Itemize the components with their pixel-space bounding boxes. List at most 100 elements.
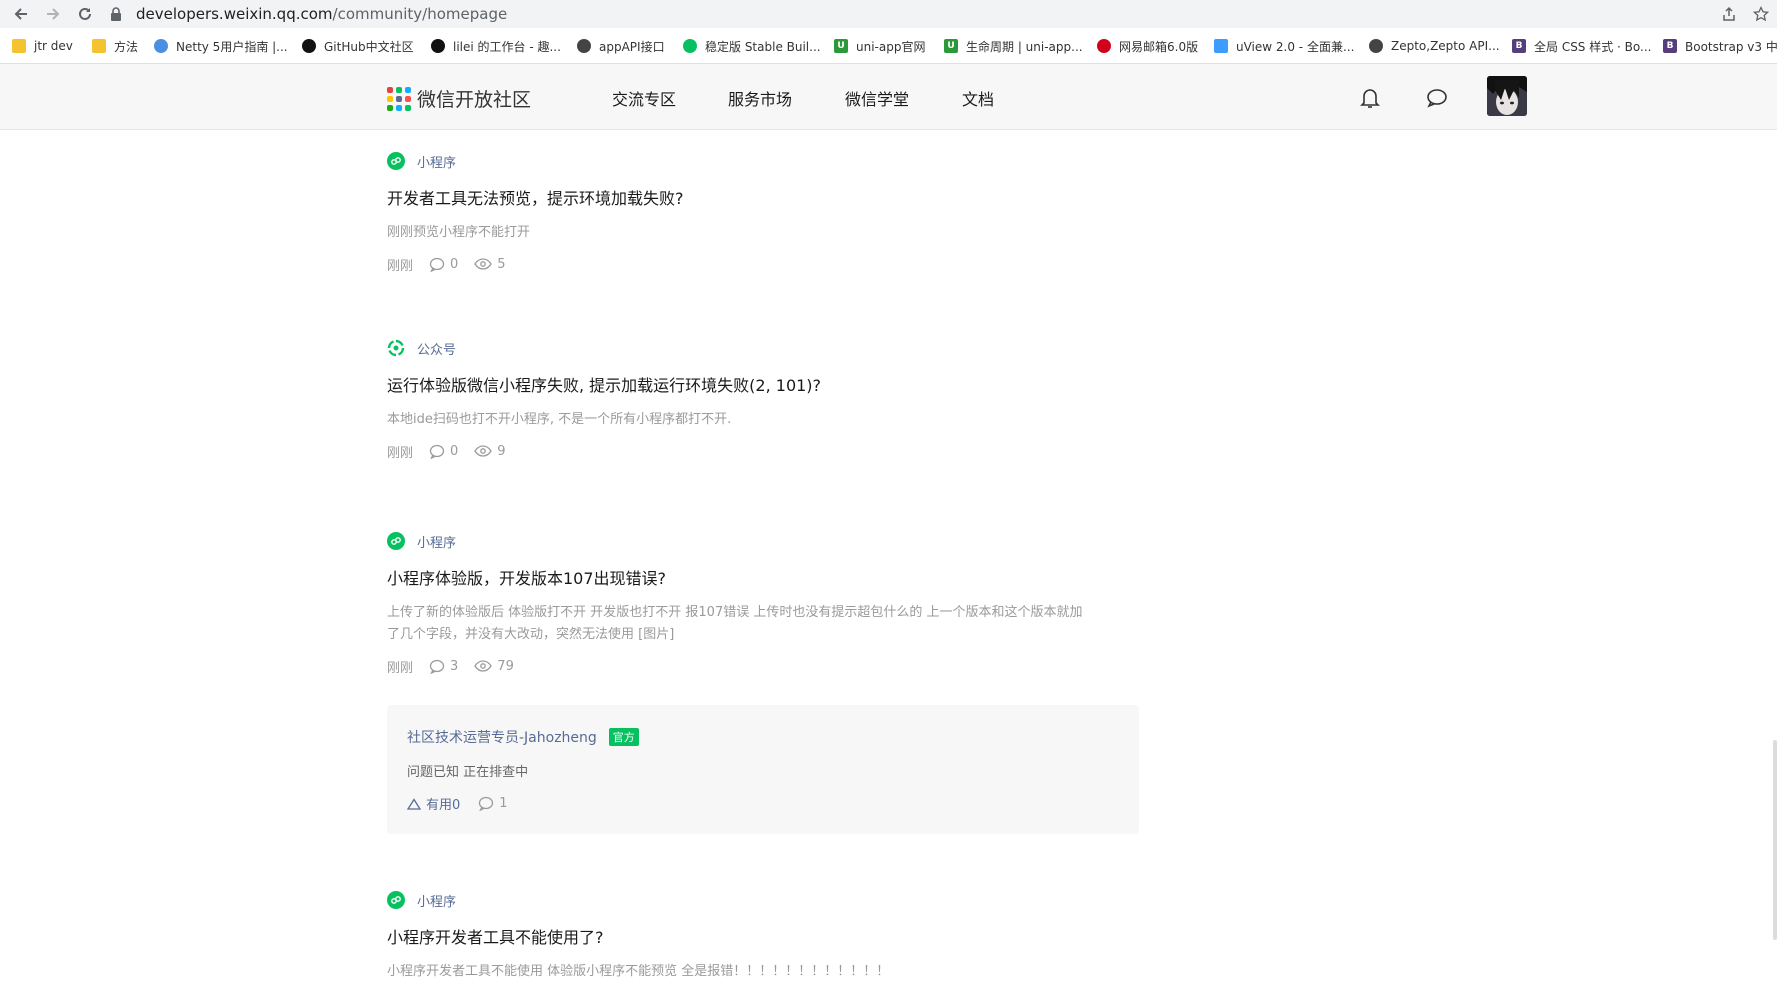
bootstrap-icon: B: [1663, 39, 1677, 53]
post-item[interactable]: 小程序 小程序开发者工具不能使用了? 小程序开发者工具不能使用 体验版小程序不能…: [387, 889, 1147, 983]
bootstrap-icon: B: [1512, 39, 1526, 53]
miniprogram-icon: [387, 532, 405, 550]
post-title[interactable]: 小程序开发者工具不能使用了?: [387, 927, 1147, 949]
site-logo[interactable]: 微信开放社区: [387, 85, 531, 112]
comment-icon: [429, 659, 445, 674]
triangle-up-icon: [407, 797, 421, 810]
bookmark-item[interactable]: appAPI接口: [577, 37, 665, 55]
logo-icon: [387, 86, 411, 111]
netease-icon: [1097, 39, 1111, 53]
bookmarks-bar: jtr dev 方法 Netty 5用户指南 |... GitHub中文社区 l…: [0, 28, 1777, 64]
useful-button[interactable]: 有用0: [407, 794, 460, 813]
post-category[interactable]: 小程序: [387, 150, 1147, 172]
comment-count[interactable]: 3: [429, 659, 458, 674]
uview-icon: [1214, 39, 1228, 53]
nav-service-market[interactable]: 服务市场: [728, 86, 792, 110]
reply-actions: 有用0 1: [407, 794, 1119, 813]
miniprogram-icon: [387, 152, 405, 170]
category-label: 公众号: [417, 342, 457, 358]
logo-text: 微信开放社区: [417, 89, 532, 111]
bookmark-item[interactable]: B 全局 CSS 样式 · Bo...: [1512, 37, 1652, 55]
category-label: 小程序: [417, 535, 457, 551]
bookmark-item[interactable]: Uuni-app官网: [834, 37, 925, 55]
bookmark-item[interactable]: jtr dev: [12, 37, 73, 55]
nav-docs[interactable]: 文档: [962, 86, 994, 110]
share-icon[interactable]: [1718, 3, 1740, 25]
post-meta: 刚刚 0 5: [387, 254, 1147, 274]
globe-icon: [1369, 39, 1383, 53]
post-title[interactable]: 小程序体验版，开发版本107出现错误?: [387, 568, 1147, 590]
comment-count[interactable]: 0: [429, 444, 458, 459]
bookmark-item[interactable]: lilei 的工作台 - 趣...: [431, 37, 561, 55]
url-path: /community/homepage: [332, 5, 508, 23]
bookmark-item[interactable]: 稳定版 Stable Buil...: [683, 37, 821, 55]
bookmark-item[interactable]: Netty 5用户指南 |...: [154, 37, 288, 55]
globe-icon: [154, 39, 168, 53]
view-count: 5: [474, 257, 506, 272]
reply-author[interactable]: 社区技术运营专员-Jahozheng 官方: [407, 727, 1119, 747]
post-excerpt-line: 了几个字段，并没有大改动，突然无法使用 [图片]: [387, 627, 675, 642]
eye-icon: [474, 258, 493, 270]
miniprogram-icon: [387, 891, 405, 909]
wechat-icon: [683, 39, 697, 53]
reply-text: 问题已知 正在排查中: [407, 765, 529, 780]
comment-count[interactable]: 0: [429, 257, 458, 272]
folder-icon: [12, 39, 26, 53]
post-category[interactable]: 公众号: [387, 337, 1147, 359]
post-excerpt: 上传了新的体验版后 体验版打不开 开发版也打不开 报107错误 上传时也没有提示…: [387, 602, 1147, 646]
eye-icon: [474, 445, 493, 457]
url-field[interactable]: developers.weixin.qq.com/community/homep…: [110, 0, 507, 28]
uniapp-icon: U: [834, 39, 848, 53]
view-count: 9: [474, 444, 506, 459]
nav-community[interactable]: 交流专区: [612, 86, 676, 110]
post-item[interactable]: 小程序 小程序体验版，开发版本107出现错误? 上传了新的体验版后 体验版打不开…: [387, 530, 1147, 676]
bookmark-item[interactable]: 方法: [92, 37, 138, 55]
official-reply-card[interactable]: 社区技术运营专员-Jahozheng 官方 问题已知 正在排查中 有用0 1: [387, 705, 1139, 834]
reload-icon[interactable]: [74, 3, 96, 25]
avatar[interactable]: [1487, 76, 1527, 116]
lock-icon: [110, 7, 124, 21]
post-title[interactable]: 运行体验版微信小程序失败, 提示加载运行环境失败(2, 101)?: [387, 375, 1147, 397]
comment-icon: [429, 444, 445, 459]
post-item[interactable]: 公众号 运行体验版微信小程序失败, 提示加载运行环境失败(2, 101)? 本地…: [387, 337, 1147, 461]
comment-icon: [429, 257, 445, 272]
post-excerpt: 本地ide扫码也打不开小程序, 不是一个所有小程序都打不开.: [387, 412, 732, 427]
star-icon[interactable]: [1750, 3, 1772, 25]
bookmark-item[interactable]: uView 2.0 - 全面兼...: [1214, 37, 1354, 55]
post-excerpt: 小程序开发者工具不能使用 体验版小程序不能预览 全是报错！！！！！！！！！！！！: [387, 964, 890, 979]
reply-comment-button[interactable]: 1: [478, 796, 508, 811]
post-excerpt-line: 上传了新的体验版后 体验版打不开 开发版也打不开 报107错误 上传时也没有提示…: [387, 605, 1083, 620]
bookmark-item[interactable]: 网易邮箱6.0版: [1097, 37, 1198, 55]
bookmark-item[interactable]: GitHub中文社区: [302, 37, 414, 55]
bookmark-item[interactable]: B Bootstrap v3 中: [1663, 37, 1777, 55]
bookmark-item[interactable]: Zepto,Zepto API...: [1369, 37, 1500, 55]
scrollbar[interactable]: [1773, 740, 1777, 940]
post-meta: 刚刚 0 9: [387, 441, 1147, 461]
uniapp-icon: U: [944, 39, 958, 53]
forward-icon[interactable]: [42, 3, 64, 25]
post-time: 刚刚: [387, 660, 414, 676]
bookmark-item[interactable]: U 生命周期 | uni-app...: [944, 37, 1083, 55]
category-label: 小程序: [417, 894, 457, 910]
url-host: developers.weixin.qq.com: [136, 5, 333, 23]
view-count: 79: [474, 659, 514, 674]
nav-wechat-academy[interactable]: 微信学堂: [845, 86, 909, 110]
post-category[interactable]: 小程序: [387, 889, 1147, 911]
folder-icon: [92, 39, 106, 53]
bell-icon[interactable]: [1358, 86, 1382, 110]
category-label: 小程序: [417, 155, 457, 171]
back-icon[interactable]: [10, 3, 32, 25]
globe-icon: [577, 39, 591, 53]
post-time: 刚刚: [387, 445, 414, 461]
reply-author-name[interactable]: 社区技术运营专员-Jahozheng: [407, 727, 597, 747]
official-account-icon: [387, 339, 405, 357]
post-title[interactable]: 开发者工具无法预览，提示环境加载失败?: [387, 188, 1147, 210]
site-icon: [431, 39, 445, 53]
official-badge: 官方: [608, 728, 639, 746]
post-item[interactable]: 小程序 开发者工具无法预览，提示环境加载失败? 刚刚预览小程序不能打开 刚刚 0…: [387, 150, 1147, 274]
message-icon[interactable]: [1425, 86, 1449, 110]
site-header: 微信开放社区 交流专区 服务市场 微信学堂 文档: [0, 64, 1777, 130]
post-excerpt: 刚刚预览小程序不能打开: [387, 225, 531, 240]
post-category[interactable]: 小程序: [387, 530, 1147, 552]
post-meta: 刚刚 3 79: [387, 656, 1147, 676]
